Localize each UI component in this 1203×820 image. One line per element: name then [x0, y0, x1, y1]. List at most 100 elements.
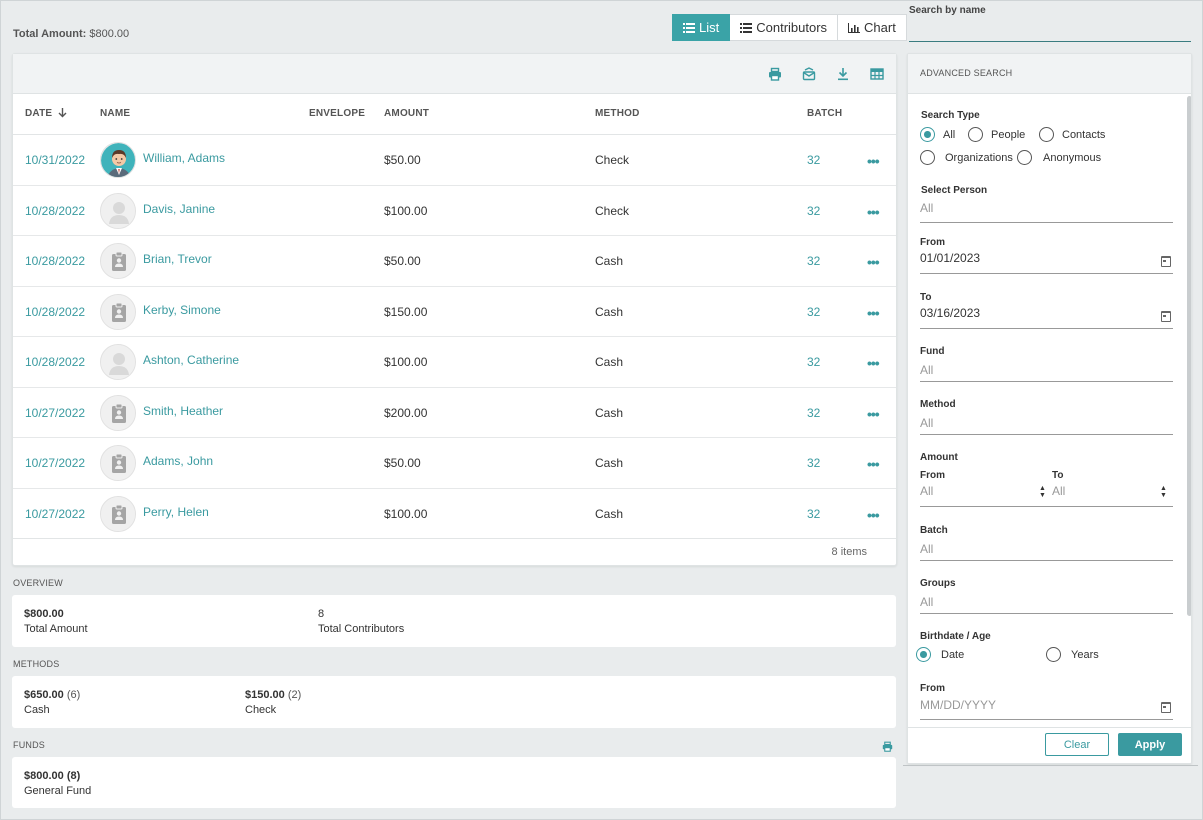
method-column-header[interactable]: METHOD: [595, 108, 640, 119]
row-amount: $100.00: [384, 355, 428, 369]
clear-button[interactable]: Clear: [1045, 733, 1109, 756]
row-method: Check: [595, 153, 630, 167]
table-row[interactable]: 10/28/2022 Davis, Janine $100.00 Check 32 •••: [13, 186, 896, 236]
batch-field[interactable]: All: [920, 542, 1173, 561]
amount-column-header[interactable]: AMOUNT: [384, 108, 429, 119]
radio-icon: [920, 150, 935, 165]
method-amount: $150.00: [245, 689, 285, 701]
row-date-link[interactable]: 10/31/2022: [25, 153, 85, 167]
row-batch-link[interactable]: 32: [807, 305, 820, 319]
table-row[interactable]: 10/27/2022 Smith, Heather $200.00 Cash 32 •••: [13, 388, 896, 438]
row-name-link[interactable]: Davis, Janine: [143, 202, 215, 216]
search-type-organizations-radio[interactable]: Organizations: [920, 150, 1013, 165]
row-date-link[interactable]: 10/28/2022: [25, 204, 85, 218]
row-name-link[interactable]: Perry, Helen: [143, 505, 209, 519]
calendar-icon[interactable]: [1161, 256, 1171, 267]
chart-view-button[interactable]: Chart: [838, 14, 907, 41]
row-batch-link[interactable]: 32: [807, 456, 820, 470]
row-amount: $150.00: [384, 304, 428, 319]
to-date-field[interactable]: 03/16/2023: [920, 306, 1173, 329]
table-row[interactable]: 10/27/2022 Adams, John $50.00 Cash 32 •••: [13, 438, 896, 489]
avatar: [100, 243, 136, 279]
download-icon[interactable]: [836, 67, 850, 81]
select-person-field[interactable]: All: [920, 201, 1173, 223]
calendar-icon[interactable]: [1161, 311, 1171, 322]
row-batch-link[interactable]: 32: [807, 254, 820, 268]
print-icon[interactable]: [768, 67, 782, 81]
table-row[interactable]: 10/31/2022 William, Adams $50.00 Check 32 •••: [13, 135, 896, 186]
birthdate-years-radio[interactable]: Years: [1046, 647, 1099, 662]
to-date-label: To: [920, 292, 932, 303]
methods-label: METHODS: [13, 659, 60, 669]
row-batch-link[interactable]: 32: [807, 406, 820, 420]
amount-from-value[interactable]: All: [920, 484, 933, 498]
amount-to-value[interactable]: All: [1052, 484, 1065, 498]
row-date-link[interactable]: 10/27/2022: [25, 507, 85, 521]
amount-to-stepper-icon[interactable]: ▲ ▼: [1160, 485, 1167, 499]
more-options-icon[interactable]: •••: [867, 406, 880, 422]
search-by-name-input[interactable]: [909, 20, 1191, 42]
table-row[interactable]: 10/28/2022 Ashton, Catherine $100.00 Cash 32…: [13, 337, 896, 388]
radio-label: People: [991, 128, 1026, 141]
more-options-icon[interactable]: •••: [867, 204, 880, 220]
table-row[interactable]: 10/28/2022 Brian, Trevor $50.00 Cash 32 •••: [13, 236, 896, 287]
row-name-link[interactable]: Adams, John: [143, 454, 213, 468]
row-date-link[interactable]: 10/27/2022: [25, 406, 85, 420]
search-type-anonymous-radio[interactable]: Anonymous: [1017, 150, 1101, 165]
avatar: [100, 192, 136, 229]
row-batch-link[interactable]: 32: [807, 507, 820, 521]
more-options-icon[interactable]: •••: [867, 305, 880, 321]
method-field[interactable]: All: [920, 416, 1173, 435]
row-name-link[interactable]: Ashton, Catherine: [143, 353, 239, 367]
columns-icon[interactable]: [870, 67, 884, 81]
contributors-view-button[interactable]: Contributors: [730, 14, 839, 41]
advanced-search-scrollbar[interactable]: [1187, 96, 1191, 616]
fund-field[interactable]: All: [920, 363, 1173, 382]
groups-field[interactable]: All: [920, 595, 1173, 614]
amount-from-stepper-icon[interactable]: ▲ ▼: [1039, 485, 1046, 499]
search-type-all-radio[interactable]: All: [920, 127, 955, 142]
row-batch-link[interactable]: 32: [807, 355, 820, 369]
list-view-button[interactable]: List: [672, 14, 731, 41]
birthdate-date-radio[interactable]: Date: [916, 647, 964, 662]
row-name-link[interactable]: Smith, Heather: [143, 404, 223, 418]
batch-column-header[interactable]: BATCH: [807, 108, 842, 119]
amount-range-field: All ▲ ▼ All ▲ ▼: [920, 484, 1173, 507]
from-date-label: From: [920, 237, 945, 248]
row-name-link[interactable]: Kerby, Simone: [143, 303, 221, 317]
funds-print-icon[interactable]: [882, 741, 893, 752]
calendar-icon[interactable]: [1161, 702, 1171, 713]
mail-icon[interactable]: [802, 67, 816, 81]
row-method: Cash: [595, 506, 624, 521]
row-date-link[interactable]: 10/28/2022: [25, 254, 85, 268]
birth-from-field[interactable]: MM/DD/YYYY: [920, 698, 1173, 720]
row-name-link[interactable]: William, Adams: [143, 151, 225, 165]
row-date-link[interactable]: 10/27/2022: [25, 456, 85, 470]
name-column-header[interactable]: NAME: [100, 108, 130, 119]
row-date-link[interactable]: 10/28/2022: [25, 355, 85, 369]
row-amount: $200.00: [384, 405, 428, 420]
search-type-people-radio[interactable]: People: [968, 127, 1025, 142]
from-date-field[interactable]: 01/01/2023: [920, 251, 1173, 274]
table-row[interactable]: 10/28/2022 Kerby, Simone $150.00 Cash 32 •••: [13, 287, 896, 337]
row-date-link[interactable]: 10/28/2022: [25, 305, 85, 319]
more-options-icon[interactable]: •••: [867, 254, 880, 270]
more-options-icon[interactable]: •••: [867, 507, 880, 523]
overview-card: $800.00 Total Amount 8 Total Contributor…: [12, 595, 896, 647]
row-batch-link[interactable]: 32: [807, 204, 820, 218]
advanced-search-header: ADVANCED SEARCH: [908, 54, 1191, 94]
more-options-icon[interactable]: •••: [867, 355, 880, 371]
avatar: [100, 445, 136, 481]
row-batch-link[interactable]: 32: [807, 153, 820, 167]
date-column-header[interactable]: DATE: [25, 108, 67, 119]
row-name-link[interactable]: Brian, Trevor: [143, 252, 212, 266]
search-by-name-label: Search by name: [909, 5, 986, 16]
more-options-icon[interactable]: •••: [867, 153, 880, 169]
avatar: [100, 142, 136, 178]
apply-button[interactable]: Apply: [1118, 733, 1182, 756]
method-count: (2): [287, 689, 302, 701]
more-options-icon[interactable]: •••: [867, 456, 880, 472]
envelope-column-header[interactable]: ENVELOPE: [309, 108, 365, 119]
search-type-contacts-radio[interactable]: Contacts: [1039, 127, 1105, 142]
table-row[interactable]: 10/27/2022 Perry, Helen $100.00 Cash 32 •••: [13, 489, 896, 539]
